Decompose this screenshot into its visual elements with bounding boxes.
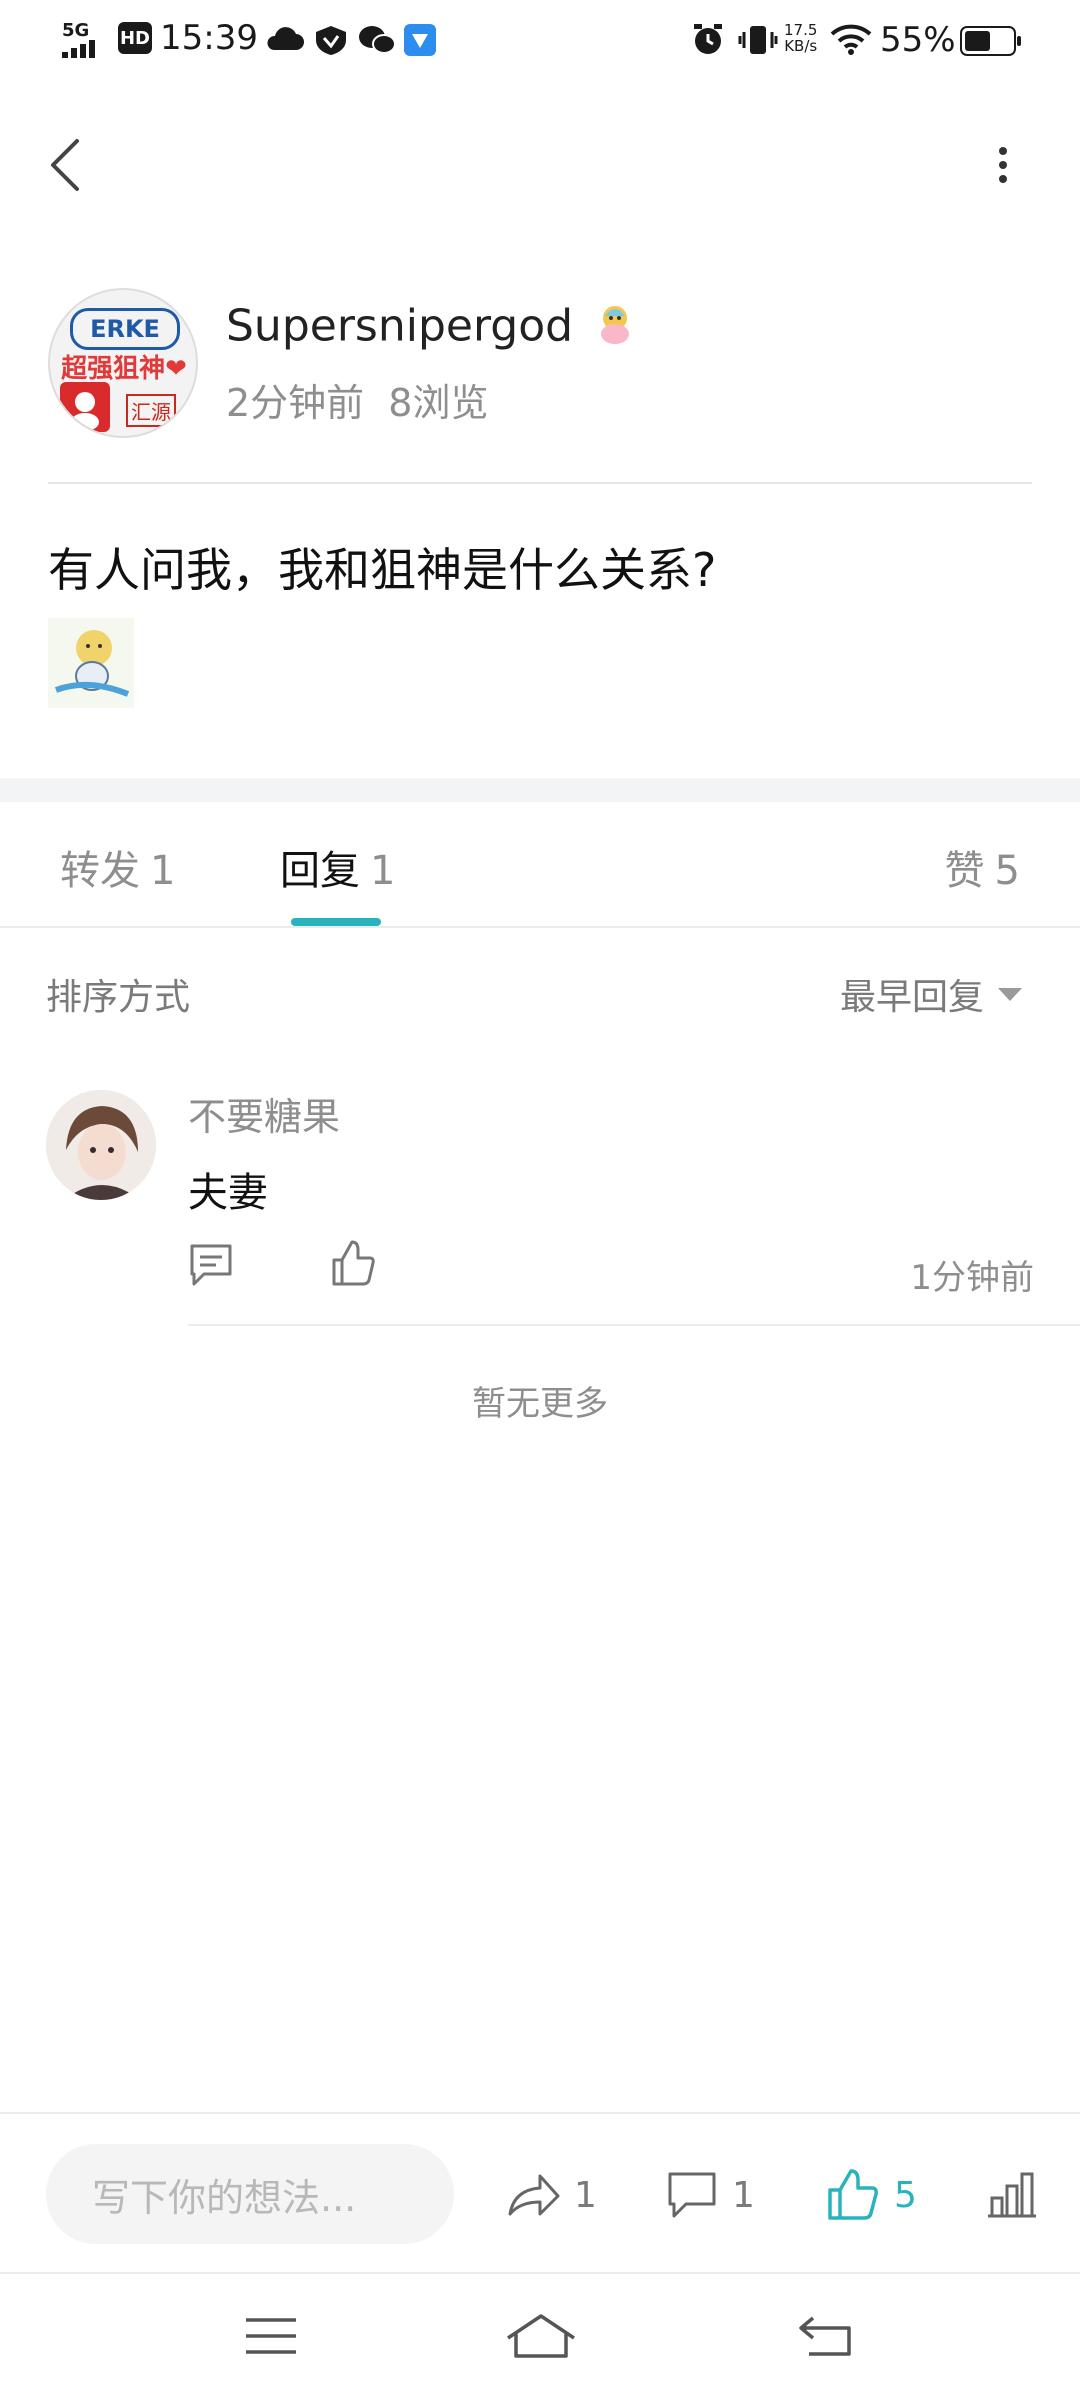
back-nav-button[interactable] bbox=[780, 2306, 870, 2366]
like-count: 5 bbox=[894, 2174, 917, 2216]
avatar-brand: ERKE bbox=[70, 308, 180, 350]
author-avatar[interactable]: ERKE 超强狙神❤ 汇源 bbox=[48, 288, 198, 438]
like-button[interactable]: 5 bbox=[826, 2160, 917, 2230]
badge-icon bbox=[593, 300, 637, 357]
tab-indicator bbox=[291, 918, 381, 926]
divider bbox=[188, 1324, 1080, 1326]
net-speed-value: 17.5 bbox=[784, 21, 818, 39]
signal-icon bbox=[62, 38, 106, 62]
status-bar: 5G HD 15:39 17.5 KB/s 55% bbox=[0, 0, 1080, 80]
app-notification-icon bbox=[404, 24, 436, 56]
tab-likes-label: 赞 bbox=[944, 848, 985, 894]
menu-icon bbox=[246, 2318, 296, 2354]
sort-label: 排序方式 bbox=[46, 977, 191, 1018]
tab-likes[interactable]: 赞5 bbox=[945, 838, 1020, 896]
comment-count: 1 bbox=[732, 2174, 755, 2216]
no-more-text: 暂无更多 bbox=[472, 1384, 608, 1424]
comment-like-button[interactable] bbox=[328, 1238, 378, 1290]
divider bbox=[0, 926, 1080, 928]
caret-down-icon bbox=[998, 987, 1022, 1001]
battery-percent: 55% bbox=[880, 20, 956, 60]
tab-replies-count: 1 bbox=[370, 848, 396, 894]
tab-forward-count: 1 bbox=[150, 848, 176, 894]
stats-button[interactable] bbox=[986, 2160, 1038, 2230]
wifi-icon bbox=[830, 24, 872, 60]
divider bbox=[48, 482, 1032, 484]
post-time: 2分钟前 bbox=[226, 381, 365, 425]
net-speed: 17.5 KB/s bbox=[784, 22, 817, 54]
commenter-avatar[interactable] bbox=[46, 1090, 156, 1200]
clock: 15:39 bbox=[160, 18, 258, 58]
avatar-small-text: 汇源 bbox=[126, 394, 176, 427]
battery-icon bbox=[960, 26, 1022, 60]
home-button[interactable] bbox=[496, 2306, 586, 2366]
alarm-icon bbox=[690, 22, 726, 62]
wechat-icon bbox=[358, 24, 396, 60]
post-views: 8浏览 bbox=[388, 381, 489, 425]
avatar-text: 超强狙神❤ bbox=[61, 354, 187, 384]
tab-replies-label: 回复 bbox=[280, 848, 360, 894]
share-icon bbox=[508, 2174, 560, 2216]
vpn-shield-icon bbox=[314, 24, 348, 60]
commenter-name[interactable]: 不要糖果 bbox=[188, 1086, 340, 1141]
tab-replies[interactable]: 回复 1 bbox=[280, 838, 395, 896]
net-speed-unit: KB/s bbox=[784, 37, 818, 55]
back-button[interactable] bbox=[30, 130, 100, 200]
comment-text: 夫妻 bbox=[188, 1170, 268, 1216]
sort-value: 最早回复 bbox=[839, 977, 984, 1018]
section-separator bbox=[0, 778, 1080, 802]
reply-input-placeholder: 写下你的想法... bbox=[92, 2175, 357, 2220]
tab-forward-label: 转发 bbox=[60, 848, 140, 894]
recent-apps-button[interactable] bbox=[226, 2306, 316, 2366]
more-button[interactable] bbox=[968, 130, 1038, 200]
comment-icon bbox=[668, 2172, 716, 2218]
thumbs-up-icon bbox=[332, 1240, 375, 1286]
home-icon bbox=[507, 2314, 575, 2358]
comment-icon bbox=[190, 1244, 232, 1286]
more-vertical-icon bbox=[999, 147, 1007, 183]
divider bbox=[0, 2272, 1080, 2274]
divider bbox=[0, 2112, 1080, 2114]
tab-likes-count: 5 bbox=[994, 848, 1020, 894]
vibrate-icon bbox=[738, 22, 778, 62]
comment-time: 1分钟前 bbox=[910, 1258, 1034, 1298]
tab-forward[interactable]: 转发 1 bbox=[60, 838, 175, 896]
post-meta: 2分钟前 8浏览 bbox=[226, 372, 488, 427]
avatar-mascot-icon bbox=[60, 382, 110, 432]
sort-dropdown[interactable]: 最早回复 bbox=[840, 968, 1022, 1020]
hd-badge: HD bbox=[118, 22, 152, 54]
comment-button[interactable]: 1 bbox=[666, 2160, 755, 2230]
reply-input[interactable]: 写下你的想法... bbox=[46, 2144, 454, 2244]
share-count: 1 bbox=[574, 2174, 597, 2216]
sticker-emoji-icon bbox=[48, 618, 134, 708]
reply-button[interactable] bbox=[186, 1240, 236, 1290]
bar-chart-icon bbox=[988, 2172, 1036, 2218]
author-name[interactable]: Supersnipergod bbox=[226, 300, 637, 357]
cloud-icon bbox=[266, 24, 304, 58]
back-arrow-icon bbox=[799, 2316, 851, 2356]
author-name-text: Supersnipergod bbox=[226, 300, 574, 352]
share-button[interactable]: 1 bbox=[506, 2160, 597, 2230]
chevron-left-icon bbox=[51, 139, 79, 191]
thumbs-up-icon bbox=[828, 2169, 878, 2220]
post-content: 有人问我，我和狙神是什么关系? bbox=[48, 543, 717, 597]
